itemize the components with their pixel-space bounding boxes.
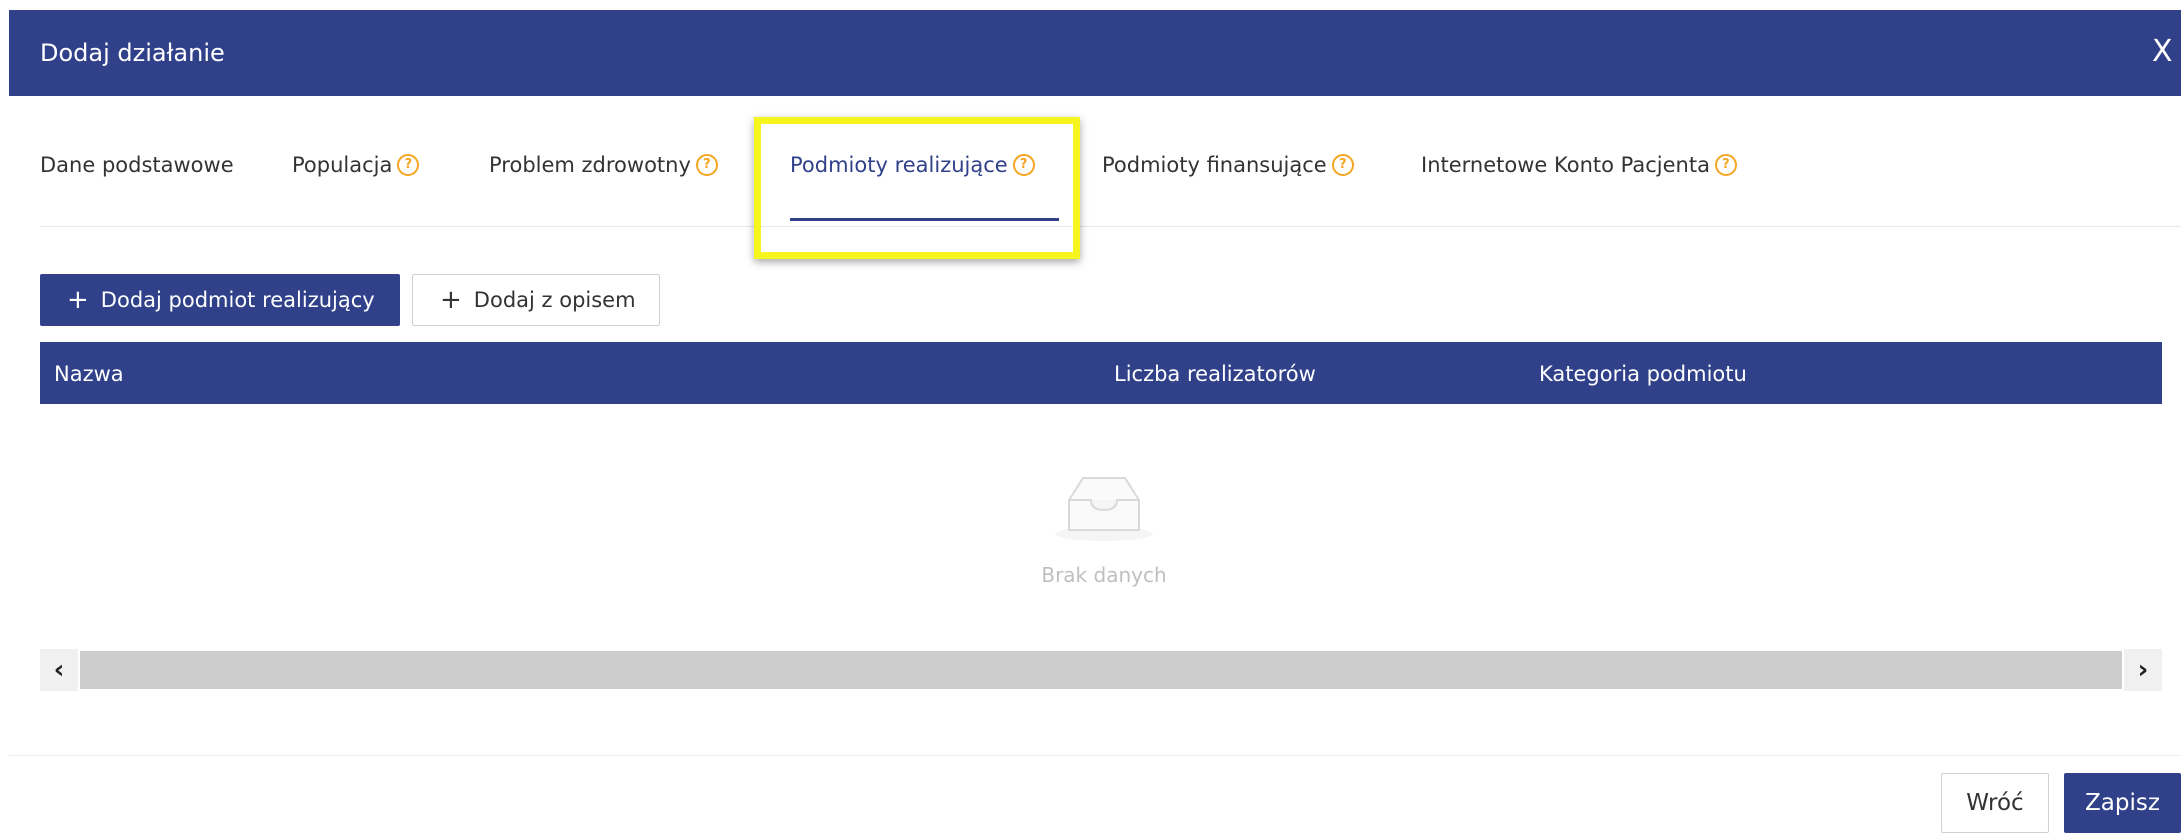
tab-label: Dane podstawowe xyxy=(40,153,234,177)
button-label: Dodaj z opisem xyxy=(473,288,636,312)
save-button[interactable]: Zapisz xyxy=(2064,773,2181,833)
tab-label: Problem zdrowotny xyxy=(489,153,691,177)
table-header: Nazwa Liczba realizatorów Kategoria podm… xyxy=(40,342,2162,404)
table-empty-state: Brak danych xyxy=(9,470,2181,610)
footer-divider xyxy=(9,755,2181,756)
tab-basic-data[interactable]: Dane podstawowe xyxy=(40,150,234,220)
tab-label: Internetowe Konto Pacjenta xyxy=(1421,153,1710,177)
add-implementing-entity-button[interactable]: + Dodaj podmiot realizujący xyxy=(40,274,400,326)
tab-population[interactable]: Populacja? xyxy=(292,150,420,220)
column-header-entity-category: Kategoria podmiotu xyxy=(1539,362,1747,386)
add-action-dialog: Dodaj działanie X Dane podstawowe Popula… xyxy=(9,10,2181,833)
plus-icon: + xyxy=(440,285,462,315)
horizontal-scrollbar[interactable]: ‹ › xyxy=(40,649,2162,691)
tab-patient-account[interactable]: Internetowe Konto Pacjenta? xyxy=(1421,150,1737,220)
column-header-name: Nazwa xyxy=(54,362,124,386)
tab-label: Populacja xyxy=(292,153,393,177)
tab-implementing-entities[interactable]: Podmioty realizujące? xyxy=(790,150,1059,221)
plus-icon: + xyxy=(67,285,89,315)
add-with-description-button[interactable]: + Dodaj z opisem xyxy=(412,274,660,326)
button-label: Dodaj podmiot realizujący xyxy=(100,288,375,312)
tab-label: Podmioty finansujące xyxy=(1102,153,1327,177)
dialog-header: Dodaj działanie X xyxy=(9,10,2181,96)
help-icon[interactable]: ? xyxy=(1012,154,1035,176)
dialog-title: Dodaj działanie xyxy=(40,39,225,67)
tab-bar: Dane podstawowe Populacja? Problem zdrow… xyxy=(40,150,2181,227)
tab-financing-entities[interactable]: Podmioty finansujące? xyxy=(1102,150,1354,220)
empty-text: Brak danych xyxy=(1041,563,1167,587)
tab-label: Podmioty realizujące xyxy=(790,153,1008,177)
column-header-implementers-count: Liczba realizatorów xyxy=(1114,362,1316,386)
help-icon[interactable]: ? xyxy=(1714,154,1737,176)
chevron-right-icon[interactable]: › xyxy=(2124,649,2162,691)
help-icon[interactable]: ? xyxy=(397,154,420,176)
chevron-left-icon[interactable]: ‹ xyxy=(40,649,78,691)
back-button[interactable]: Wróć xyxy=(1941,773,2049,833)
help-icon[interactable]: ? xyxy=(695,154,718,176)
empty-inbox-icon xyxy=(1055,477,1153,541)
help-icon[interactable]: ? xyxy=(1331,154,1354,176)
scrollbar-thumb[interactable] xyxy=(80,651,2122,689)
close-icon[interactable]: X xyxy=(2152,35,2173,69)
tab-health-problem[interactable]: Problem zdrowotny? xyxy=(489,150,718,220)
